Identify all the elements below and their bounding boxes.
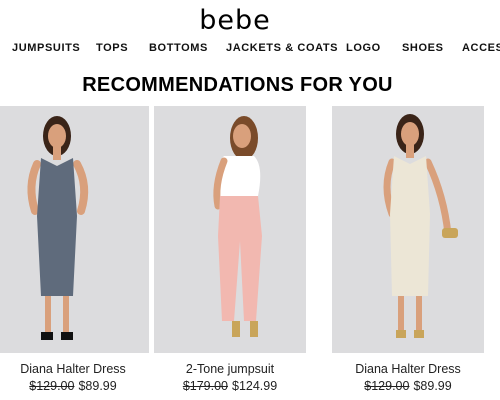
product-image[interactable] xyxy=(332,106,484,353)
nav-item-tops[interactable]: TOPS xyxy=(96,42,128,54)
product-name[interactable]: Diana Halter Dress xyxy=(332,362,484,376)
nav-item-logo[interactable]: LOGO xyxy=(346,42,381,54)
product-image[interactable] xyxy=(154,106,306,353)
nav-item-jumpsuits[interactable]: JUMPSUITS xyxy=(12,42,80,54)
nav-item-bottoms[interactable]: BOTTOMS xyxy=(149,42,208,54)
category-nav: JUMPSUITS TOPS BOTTOMS JACKETS & COATS L… xyxy=(0,42,500,58)
product-name[interactable]: Diana Halter Dress xyxy=(0,362,149,376)
sale-price: $124.99 xyxy=(232,379,278,393)
section-title: RECOMMENDATIONS FOR YOU xyxy=(82,74,393,96)
nav-item-shoes[interactable]: SHOES xyxy=(402,42,444,54)
brand-logo[interactable]: bebe xyxy=(0,5,470,36)
product-price: $179.00 $124.99 xyxy=(154,379,306,393)
nav-item-jackets-coats[interactable]: JACKETS & COATS xyxy=(226,42,338,54)
product-name[interactable]: 2-Tone jumpsuit xyxy=(154,362,306,376)
sale-price: $89.99 xyxy=(413,379,452,393)
original-price: $179.00 xyxy=(182,379,228,393)
original-price: $129.00 xyxy=(29,379,75,393)
sale-price: $89.99 xyxy=(78,379,117,393)
product-price: $129.00 $89.99 xyxy=(0,379,149,393)
product-price: $129.00 $89.99 xyxy=(332,379,484,393)
original-price: $129.00 xyxy=(364,379,410,393)
nav-item-accessories[interactable]: ACCESS xyxy=(462,42,500,54)
product-image[interactable] xyxy=(0,106,149,353)
